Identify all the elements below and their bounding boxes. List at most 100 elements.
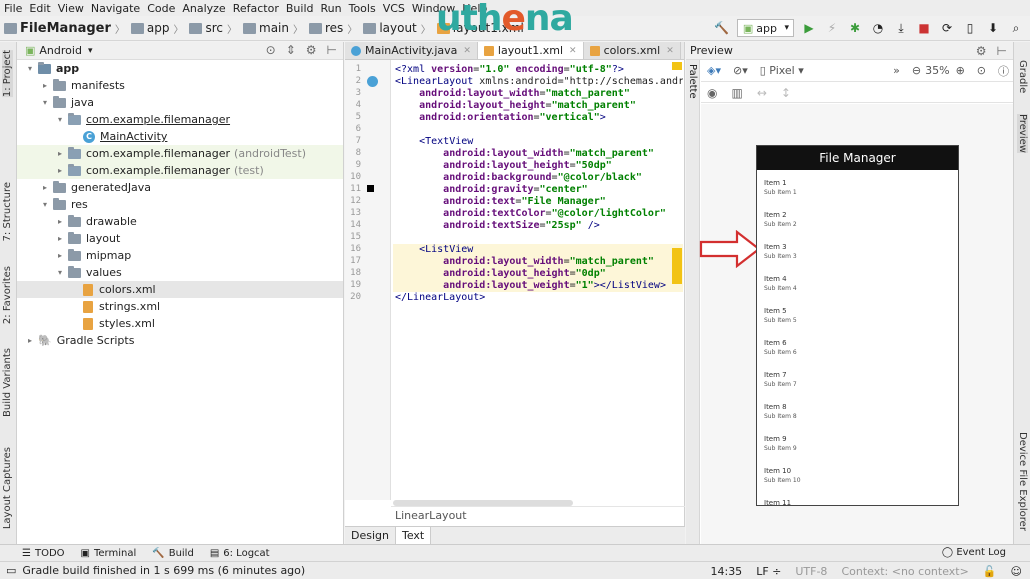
tree-item[interactable]: C MainActivity bbox=[17, 128, 343, 145]
preview-tool-tab[interactable]: Preview bbox=[1017, 114, 1028, 153]
code-line[interactable]: </LinearLayout> bbox=[395, 292, 485, 304]
chevron-down-icon[interactable]: ▾ bbox=[25, 64, 35, 73]
build-variants-tool-tab[interactable]: Build Variants bbox=[2, 348, 13, 417]
status-message[interactable]: Gradle build finished in 1 s 699 ms (6 m… bbox=[22, 564, 305, 577]
code-line[interactable]: android:layout_height="0dp" bbox=[395, 268, 606, 280]
tree-item[interactable]: ▸ mipmap bbox=[17, 247, 343, 264]
breadcrumb-item[interactable]: layout 〉 bbox=[363, 21, 434, 36]
sync-icon[interactable]: ⟳ bbox=[939, 20, 955, 36]
menu-item-analyze[interactable]: Analyze bbox=[182, 2, 225, 15]
code-line[interactable]: <ListView bbox=[395, 244, 473, 256]
tree-item[interactable]: colors.xml bbox=[17, 281, 343, 298]
hide-icon[interactable]: ⊢ bbox=[997, 44, 1007, 58]
code-line[interactable]: android:background="@color/black" bbox=[395, 172, 642, 184]
context-indicator[interactable]: Context: <no context> bbox=[841, 565, 968, 578]
horizontal-resize-icon[interactable]: ↔ bbox=[757, 86, 767, 100]
orientation-icon[interactable]: ⊘▾ bbox=[733, 64, 748, 77]
menu-item-navigate[interactable]: Navigate bbox=[91, 2, 140, 15]
breadcrumb-item[interactable]: app 〉 bbox=[130, 21, 188, 36]
gear-icon[interactable]: ⚙ bbox=[306, 43, 317, 57]
code-line[interactable]: android:gravity="center" bbox=[395, 184, 588, 196]
tool-tab-todo[interactable]: ☰ TODO bbox=[22, 548, 65, 559]
tool-tab-logcat[interactable]: ▤ 6: Logcat bbox=[210, 548, 270, 559]
tree-item[interactable]: styles.xml bbox=[17, 315, 343, 332]
tree-item[interactable]: strings.xml bbox=[17, 298, 343, 315]
tree-item[interactable]: ▸ manifests bbox=[17, 77, 343, 94]
event-log-tab[interactable]: ◯ Event Log bbox=[942, 547, 1006, 558]
menu-item-refactor[interactable]: Refactor bbox=[233, 2, 279, 15]
vertical-resize-icon[interactable]: ↕ bbox=[781, 86, 791, 100]
file-encoding[interactable]: UTF-8 bbox=[795, 565, 827, 578]
device-preview[interactable]: File Manager Item 1 Sub Item 1 Item 2 Sub I… bbox=[756, 145, 959, 506]
menu-item-build[interactable]: Build bbox=[286, 2, 314, 15]
blueprint-icon[interactable]: ▥ bbox=[731, 86, 742, 100]
breadcrumb-item[interactable]: res 〉 bbox=[309, 21, 361, 36]
hide-icon[interactable]: ⊢ bbox=[327, 43, 337, 57]
favorites-tool-tab[interactable]: 2: Favorites bbox=[2, 266, 13, 324]
breadcrumb-item[interactable]: main 〉 bbox=[243, 21, 307, 36]
tree-item[interactable]: ▸ com.example.filemanager (test) bbox=[17, 162, 343, 179]
tool-tab-build[interactable]: 🔨 Build bbox=[152, 548, 194, 559]
code-line[interactable]: android:textSize="25sp" /> bbox=[395, 220, 600, 232]
editor-tab[interactable]: MainActivity.java ✕ bbox=[345, 42, 478, 59]
chevron-right-icon[interactable]: ▸ bbox=[55, 149, 65, 158]
menu-item-view[interactable]: View bbox=[58, 2, 84, 15]
tree-item[interactable]: ▾ com.example.filemanager bbox=[17, 111, 343, 128]
tree-item[interactable]: ▸ drawable bbox=[17, 213, 343, 230]
tree-item[interactable]: ▾ java bbox=[17, 94, 343, 111]
menu-item-run[interactable]: Run bbox=[321, 2, 342, 15]
avd-manager-icon[interactable]: ▯ bbox=[962, 20, 978, 36]
menu-item-code[interactable]: Code bbox=[147, 2, 175, 15]
chevron-right-icon[interactable]: ▸ bbox=[55, 251, 65, 260]
tab-text[interactable]: Text bbox=[395, 527, 432, 544]
stop-icon[interactable]: ■ bbox=[916, 20, 932, 36]
hammer-icon[interactable]: 🔨 bbox=[714, 20, 730, 36]
chevron-right-icon[interactable]: ▸ bbox=[55, 234, 65, 243]
close-icon[interactable]: ✕ bbox=[666, 46, 674, 56]
code-line[interactable]: <TextView bbox=[395, 136, 473, 148]
debug-icon[interactable]: ✱ bbox=[847, 20, 863, 36]
xml-breadcrumb[interactable]: LinearLayout bbox=[391, 506, 685, 524]
inspector-icon[interactable]: ☺ bbox=[1011, 565, 1022, 578]
tree-item[interactable]: ▾ values bbox=[17, 264, 343, 281]
highlight-marker[interactable] bbox=[672, 248, 682, 284]
layout-captures-tool-tab[interactable]: Layout Captures bbox=[2, 447, 13, 529]
profile-icon[interactable]: ◔ bbox=[870, 20, 886, 36]
code-line[interactable]: android:layout_height="50dp" bbox=[395, 160, 612, 172]
line-separator[interactable]: LF ÷ bbox=[756, 565, 781, 578]
code-line[interactable]: android:layout_width="match_parent" bbox=[395, 148, 654, 160]
code-line[interactable]: android:text="File Manager" bbox=[395, 196, 606, 208]
tab-design[interactable]: Design bbox=[345, 527, 396, 544]
collapse-all-icon[interactable]: ⇕ bbox=[286, 43, 296, 57]
tree-item[interactable]: ▾ app bbox=[17, 60, 343, 77]
chevron-right-icon[interactable]: ▸ bbox=[40, 81, 50, 90]
run-icon[interactable]: ▶ bbox=[801, 20, 817, 36]
project-view-mode[interactable]: Android bbox=[39, 44, 82, 57]
zoom-fit-icon[interactable]: ⊙ bbox=[977, 64, 986, 77]
code-line[interactable]: android:layout_weight="1"></ListView> bbox=[395, 280, 666, 292]
gear-icon[interactable]: ⚙ bbox=[976, 44, 987, 58]
color-swatch-icon[interactable] bbox=[367, 185, 374, 192]
code-area[interactable]: <?xml version="1.0" encoding="utf-8"?> <L… bbox=[393, 60, 683, 500]
code-line[interactable]: android:orientation="vertical"> bbox=[395, 112, 606, 124]
sdk-manager-icon[interactable]: ⬇ bbox=[985, 20, 1001, 36]
menu-item-edit[interactable]: Edit bbox=[29, 2, 50, 15]
code-line[interactable]: android:textColor="@color/lightColor" bbox=[395, 208, 666, 220]
scope-icon[interactable]: ⊙ bbox=[266, 43, 276, 57]
attach-debugger-icon[interactable]: ⤓ bbox=[893, 20, 909, 36]
project-tool-tab[interactable]: 1: Project bbox=[2, 50, 13, 98]
layers-icon[interactable]: ◈▾ bbox=[707, 64, 721, 77]
tree-item[interactable]: ▸ generatedJava bbox=[17, 179, 343, 196]
chevron-down-icon[interactable]: ▾ bbox=[88, 46, 93, 56]
menu-item-vcs[interactable]: VCS bbox=[383, 2, 405, 15]
code-line[interactable]: android:layout_width="match_parent" bbox=[395, 256, 654, 268]
tree-item[interactable]: ▸ layout bbox=[17, 230, 343, 247]
chevron-down-icon[interactable]: ▾ bbox=[55, 115, 65, 124]
lock-icon[interactable]: 🔓 bbox=[983, 565, 997, 578]
layout-preview-gutter-icon[interactable] bbox=[367, 76, 378, 87]
warning-marker[interactable] bbox=[672, 62, 682, 70]
warning-icon[interactable]: ⓘ bbox=[998, 63, 1009, 79]
cursor-position[interactable]: 14:35 bbox=[710, 565, 742, 578]
device-select[interactable]: ▯ Pixel ▾ bbox=[760, 64, 804, 77]
code-line[interactable]: <?xml version="1.0" encoding="utf-8"?> bbox=[395, 64, 624, 76]
